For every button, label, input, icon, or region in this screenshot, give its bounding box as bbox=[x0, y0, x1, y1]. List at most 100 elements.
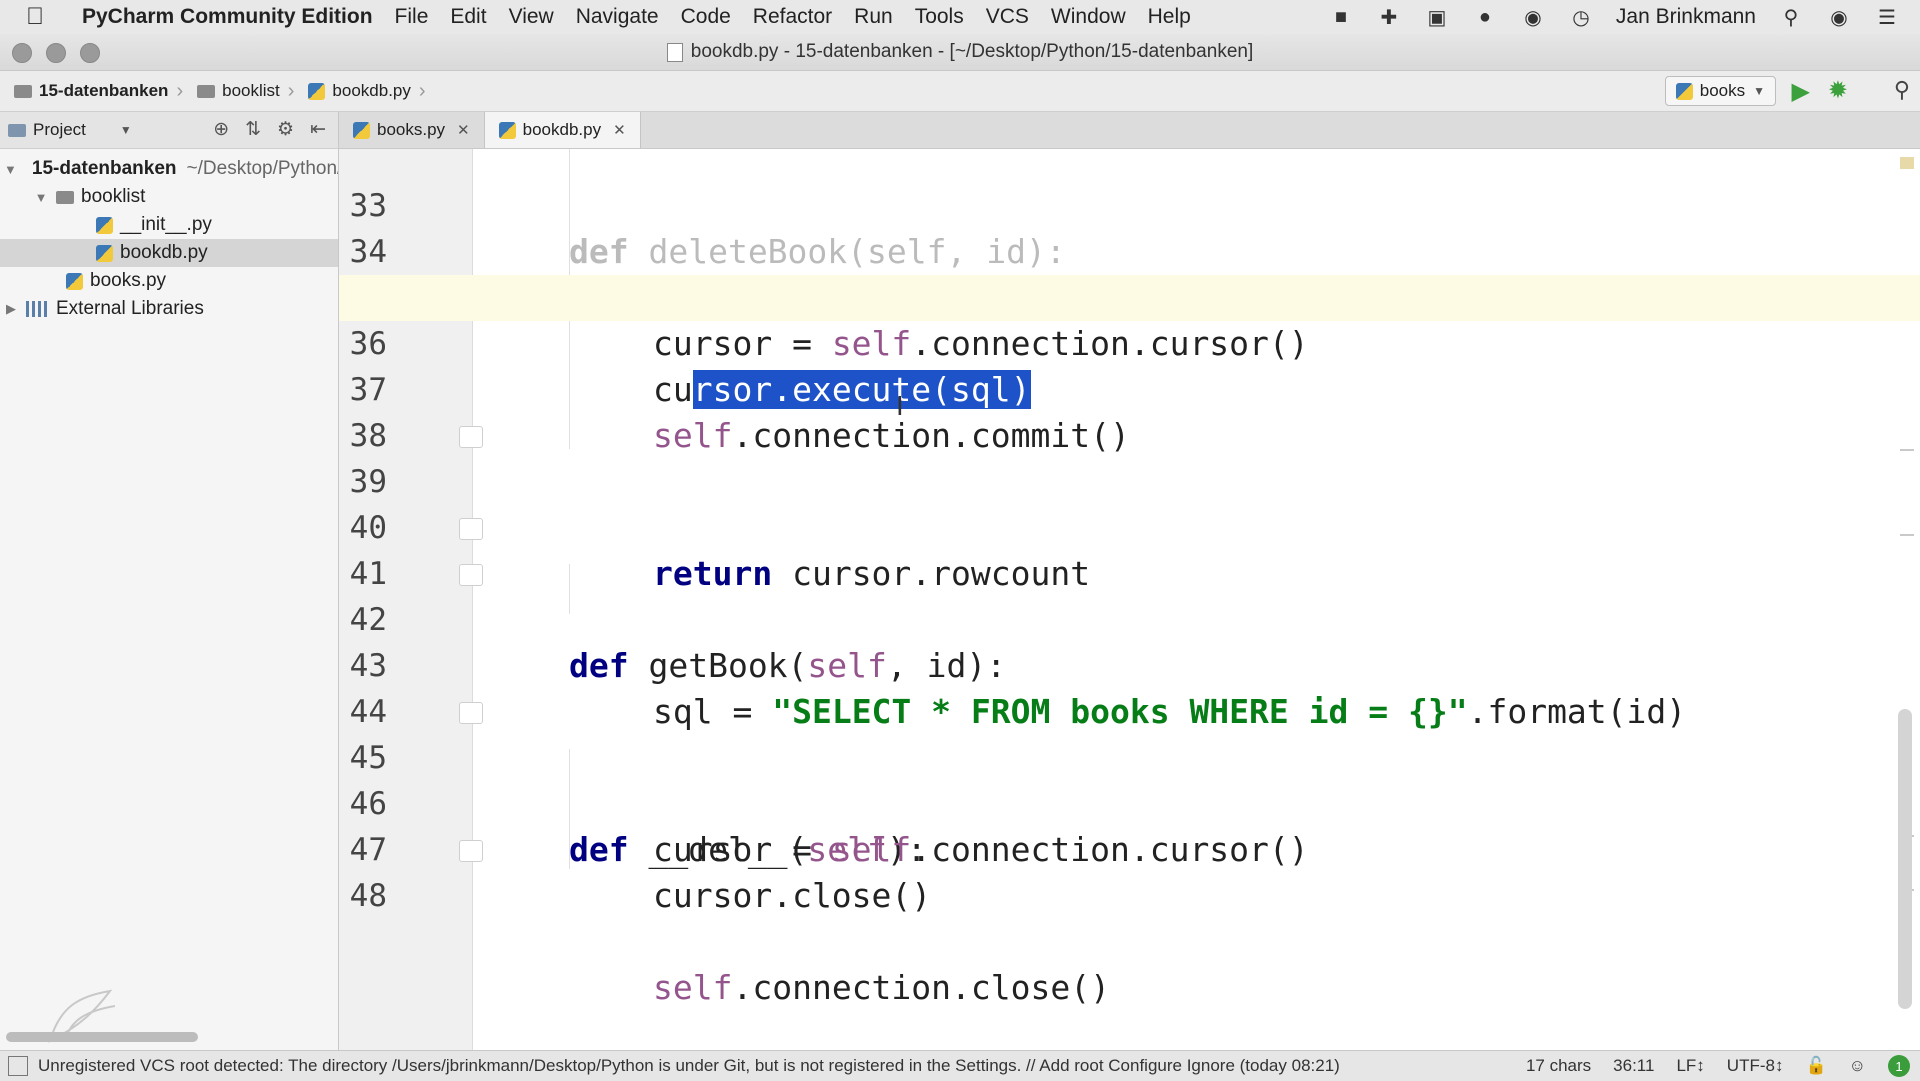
lock-icon[interactable]: 🔓 bbox=[1805, 1056, 1826, 1076]
hide-panel-icon[interactable]: ⇤ bbox=[310, 118, 326, 141]
library-icon bbox=[26, 301, 48, 317]
breadcrumb-file[interactable]: bookdb.py › bbox=[308, 79, 426, 103]
tab-label: books.py bbox=[377, 120, 446, 139]
tree-item-label: 15-datenbanken bbox=[31, 158, 177, 179]
expand-arrow-icon[interactable]: ▼ bbox=[34, 190, 48, 205]
caret-position[interactable]: 36:11 bbox=[1613, 1056, 1654, 1076]
chevron-right-icon: › bbox=[418, 79, 426, 102]
run-icon[interactable]: ▶ bbox=[1792, 77, 1810, 106]
fold-marker-icon[interactable] bbox=[459, 564, 483, 586]
minimize-window-button[interactable] bbox=[46, 43, 66, 63]
app-menu[interactable]: PyCharm Community Edition bbox=[82, 5, 373, 29]
horizontal-scrollbar[interactable] bbox=[6, 1032, 198, 1042]
menu-navigate[interactable]: Navigate bbox=[576, 5, 659, 29]
leaf-icon[interactable]: ● bbox=[1472, 6, 1498, 28]
code-line[interactable]: 39 return cursor.rowcount bbox=[339, 413, 1920, 593]
debug-bug-icon[interactable]: ✹ bbox=[1828, 76, 1848, 105]
menu-edit[interactable]: Edit bbox=[450, 5, 486, 29]
media-icon[interactable]: ■ bbox=[1328, 6, 1354, 28]
code-line[interactable]: 42 sql = "SELECT * FROM books WHERE id =… bbox=[339, 551, 1920, 731]
code-line[interactable]: 37 self.connection.commit() bbox=[339, 321, 1920, 455]
editor-tabs: books.py ✕ bookdb.py ✕ bbox=[339, 112, 1920, 149]
folder-icon bbox=[56, 190, 74, 204]
code-editor[interactable]: 33 def deleteBook(self, id): 34 sql = "D… bbox=[339, 149, 1920, 1050]
code-line[interactable]: 38 bbox=[339, 367, 1920, 454]
collapse-all-icon[interactable]: ⇅ bbox=[245, 118, 261, 141]
menu-vcs[interactable]: VCS bbox=[986, 5, 1029, 29]
user-name[interactable]: Jan Brinkmann bbox=[1616, 5, 1756, 29]
file-encoding[interactable]: UTF-8↕ bbox=[1727, 1056, 1784, 1076]
code-line[interactable]: 41 def getBook(self, id): bbox=[339, 505, 1920, 685]
tree-item-project-root[interactable]: ▼ 15-datenbanken ~/Desktop/Python/15-dat… bbox=[0, 155, 338, 183]
tree-item-books-py[interactable]: books.py bbox=[0, 267, 338, 295]
expand-arrow-icon[interactable]: ▶ bbox=[4, 301, 18, 317]
code-line[interactable]: 33 def deleteBook(self, id): bbox=[339, 149, 1920, 271]
code-line[interactable]: 46 cursor = self.connection.cursor() bbox=[339, 735, 1920, 869]
tree-item-init-py[interactable]: __init__.py bbox=[0, 211, 338, 239]
code-line[interactable]: 48 self.connection.close() bbox=[339, 827, 1920, 1007]
code-line[interactable]: 43 bbox=[339, 597, 1920, 684]
tree-item-label: booklist bbox=[81, 186, 146, 207]
analysis-status-marker[interactable] bbox=[1900, 157, 1914, 169]
code-line[interactable]: 44 bbox=[339, 643, 1920, 730]
notification-center-icon[interactable]: ☰ bbox=[1874, 6, 1900, 29]
menu-code[interactable]: Code bbox=[681, 5, 731, 29]
fold-marker-icon[interactable] bbox=[459, 426, 483, 448]
breadcrumb-package[interactable]: booklist › bbox=[197, 80, 294, 103]
plus-icon[interactable]: ✚ bbox=[1376, 6, 1402, 29]
menu-view[interactable]: View bbox=[509, 5, 554, 29]
camera-icon[interactable]: ▣ bbox=[1424, 6, 1450, 29]
menu-window[interactable]: Window bbox=[1051, 5, 1126, 29]
vertical-scrollbar[interactable] bbox=[1898, 709, 1912, 1009]
menu-file[interactable]: File bbox=[395, 5, 429, 29]
gear-icon[interactable]: ⚙ bbox=[277, 118, 294, 141]
python-file-icon bbox=[308, 82, 326, 100]
menu-refactor[interactable]: Refactor bbox=[753, 5, 832, 29]
tab-bookdb-py[interactable]: bookdb.py ✕ bbox=[484, 112, 641, 148]
scroll-marker[interactable] bbox=[1900, 449, 1914, 451]
close-window-button[interactable] bbox=[12, 43, 32, 63]
tree-item-bookdb-py[interactable]: bookdb.py bbox=[0, 239, 338, 267]
run-configuration-label: books bbox=[1699, 81, 1746, 100]
chat-icon[interactable]: ◉ bbox=[1520, 6, 1546, 29]
tree-item-booklist[interactable]: ▼ booklist bbox=[0, 183, 338, 211]
run-configuration-selector[interactable]: books ▼ bbox=[1664, 76, 1776, 106]
close-icon[interactable]: ✕ bbox=[457, 121, 470, 139]
code-line[interactable]: 45 def __del__(self): bbox=[339, 689, 1920, 869]
time-machine-icon[interactable]: ◷ bbox=[1568, 6, 1594, 29]
code-line-current[interactable]: 36 cursor.execute(sql) bbox=[339, 275, 1920, 409]
apple-menu-icon[interactable]:  bbox=[26, 3, 62, 31]
code-text: self.connection.close() bbox=[653, 968, 1110, 1007]
code-line[interactable]: 34 sql = "DELETE FROM books WHERE id = {… bbox=[339, 183, 1920, 317]
zoom-window-button[interactable] bbox=[80, 43, 100, 63]
tree-item-label: __init__.py bbox=[120, 214, 212, 235]
tab-books-py[interactable]: books.py ✕ bbox=[339, 112, 485, 148]
spotlight-search-icon[interactable]: ⚲ bbox=[1778, 6, 1804, 29]
fold-marker-icon[interactable] bbox=[459, 518, 483, 540]
code-line[interactable]: 35 cursor = self.connection.cursor() bbox=[339, 229, 1920, 363]
menu-run[interactable]: Run bbox=[854, 5, 893, 29]
fold-marker-icon[interactable] bbox=[459, 840, 483, 862]
project-view-selector[interactable]: Project ▼ bbox=[8, 120, 132, 140]
menu-tools[interactable]: Tools bbox=[915, 5, 964, 29]
code-line[interactable]: 47 cursor.close() bbox=[339, 781, 1920, 915]
close-icon[interactable]: ✕ bbox=[613, 121, 626, 139]
menu-help[interactable]: Help bbox=[1148, 5, 1191, 29]
event-log-badge[interactable]: 1 bbox=[1888, 1055, 1910, 1077]
window-title: bookdb.py - 15-datenbanken - [~/Desktop/… bbox=[690, 41, 1254, 62]
siri-icon[interactable]: ◉ bbox=[1826, 6, 1852, 29]
tree-item-external-libraries[interactable]: ▶ External Libraries bbox=[0, 295, 338, 323]
selection-char-count: 17 chars bbox=[1525, 1056, 1592, 1075]
toggle-tool-windows-icon[interactable] bbox=[8, 1056, 28, 1076]
breadcrumb-label: 15-datenbanken bbox=[39, 81, 169, 100]
search-icon[interactable]: ⚲ bbox=[1894, 77, 1910, 103]
scroll-marker[interactable] bbox=[1900, 534, 1914, 536]
inspector-icon[interactable]: ☺ bbox=[1849, 1056, 1866, 1076]
line-separator[interactable]: LF↕ bbox=[1676, 1056, 1704, 1076]
expand-arrow-icon[interactable]: ▼ bbox=[4, 162, 17, 177]
scroll-from-source-icon[interactable]: ⊕ bbox=[213, 118, 229, 141]
fold-marker-icon[interactable] bbox=[459, 702, 483, 724]
status-message[interactable]: Unregistered VCS root detected: The dire… bbox=[38, 1056, 1340, 1076]
breadcrumb-project[interactable]: 15-datenbanken › bbox=[14, 80, 183, 103]
code-line[interactable]: 40 bbox=[339, 459, 1920, 546]
